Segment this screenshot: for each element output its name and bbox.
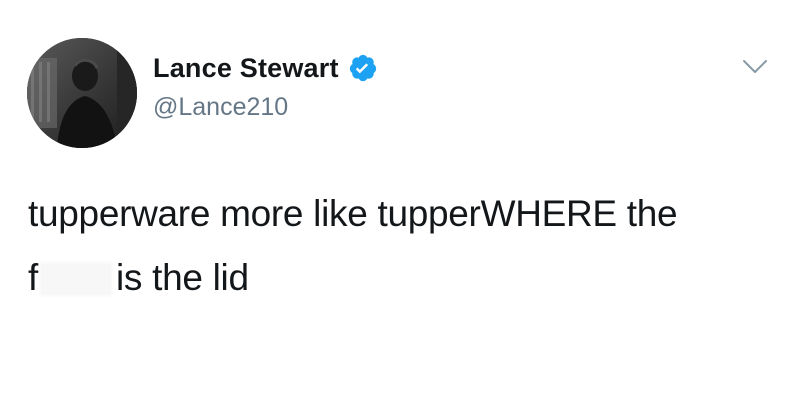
censored-word-blur xyxy=(39,262,112,296)
chevron-down-icon[interactable] xyxy=(740,56,770,78)
tweet-text-line-2: f is the lid xyxy=(28,246,768,310)
tweet-text-line-2-start: f xyxy=(28,257,38,298)
profile-photo-icon xyxy=(27,38,137,148)
tweet-text-line-1: tupperware more like tupperWHERE the xyxy=(28,193,678,234)
user-handle[interactable]: @Lance210 xyxy=(153,93,288,122)
user-name-row: Lance Stewart xyxy=(153,50,378,86)
tweet-text-line-2-end: is the lid xyxy=(115,257,249,298)
avatar[interactable] xyxy=(27,38,137,148)
tweet-text: tupperware more like tupperWHERE the f is… xyxy=(28,182,768,310)
tweet-card: Lance Stewart @Lance210 tupperware more … xyxy=(0,0,792,403)
display-name[interactable]: Lance Stewart xyxy=(153,53,339,84)
verified-badge-icon xyxy=(348,53,378,83)
